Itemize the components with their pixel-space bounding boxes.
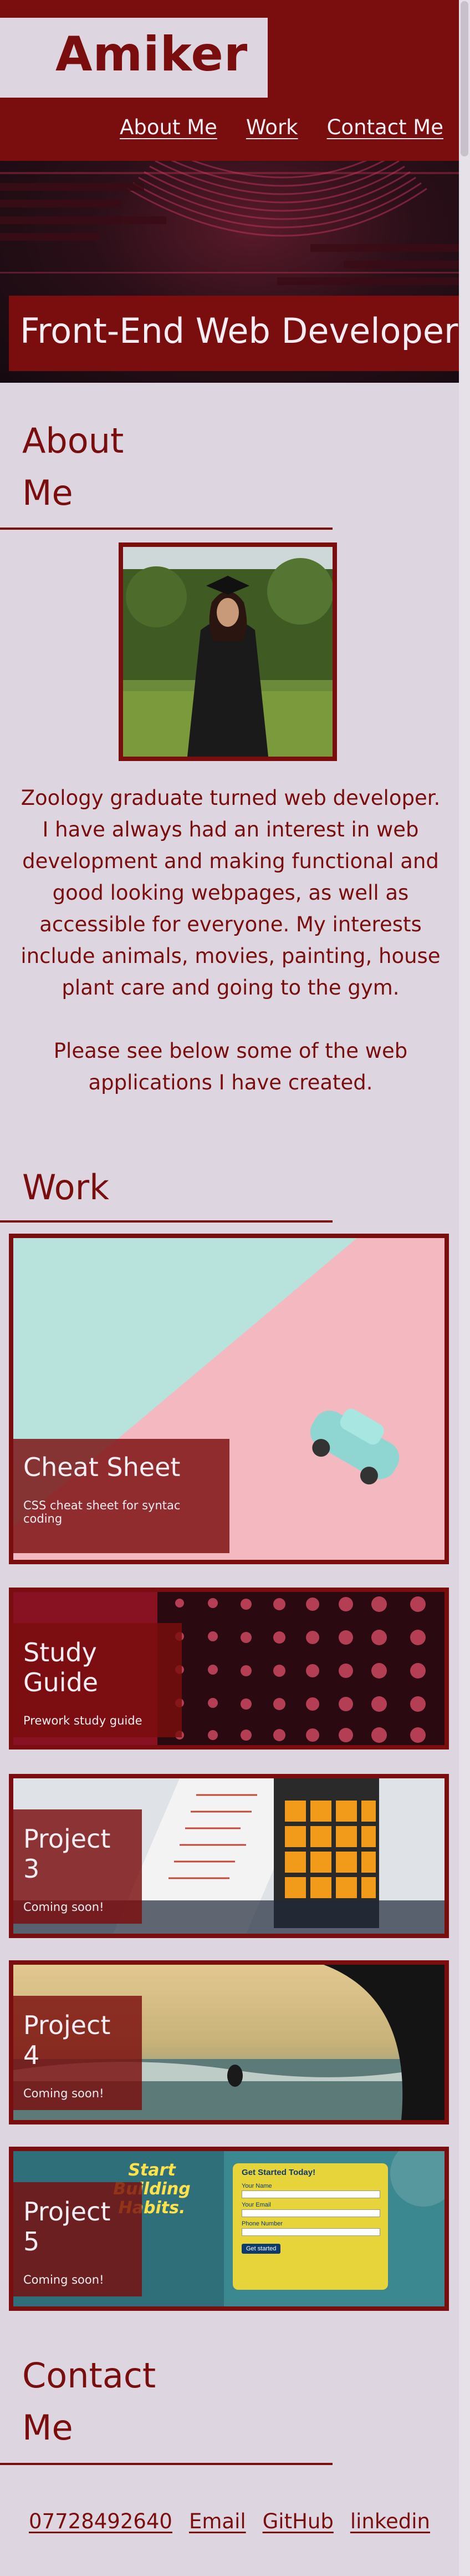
project-subtitle: Coming soon! <box>23 2087 104 2100</box>
preview-input <box>242 2209 380 2217</box>
nav-link-about[interactable]: About Me <box>120 115 217 139</box>
nav-link-contact[interactable]: Contact Me <box>327 115 443 139</box>
project-subtitle: Coming soon! <box>23 1900 104 1914</box>
project-subtitle: CSS cheat sheet for syntac coding <box>23 1499 181 1525</box>
linkedin-link[interactable]: linkedin <box>350 2509 430 2533</box>
preview-form: Get Started Today! Your Name Your Email … <box>242 2168 380 2254</box>
about-divider <box>0 528 333 530</box>
site-logo[interactable]: Amiker <box>55 27 248 82</box>
preview-form-title: Get Started Today! <box>242 2168 316 2177</box>
project-label: Project 4 Coming soon! <box>13 1996 142 2110</box>
scrollbar-thumb[interactable] <box>461 1 468 156</box>
about-paragraph: Please see below some of the web applica… <box>53 1039 408 1094</box>
github-link[interactable]: GitHub <box>263 2509 334 2533</box>
project-card-study-guide[interactable]: Study Guide Prework study guide <box>9 1588 449 1750</box>
project-card-project-4[interactable]: Project 4 Coming soon! <box>9 1960 449 2124</box>
preview-get-started-button: Get started <box>242 2244 281 2254</box>
project-card-project-3[interactable]: Project 3 Coming soon! <box>9 1774 449 1938</box>
nav-link-work[interactable]: Work <box>246 115 298 139</box>
project-title: Project 3 <box>23 1824 111 1884</box>
project-label: Project 3 Coming soon! <box>13 1809 142 1924</box>
about-paragraph: Zoology graduate turned web developer. I… <box>21 786 441 1000</box>
project-label: Study Guide Prework study guide <box>13 1623 182 1737</box>
preview-field-label: Your Email <box>242 2202 271 2208</box>
project-title: Project 5 <box>23 2197 111 2256</box>
work-heading: Work <box>22 1167 109 1208</box>
work-divider <box>0 1220 333 1223</box>
preview-field-label: Your Name <box>242 2183 272 2189</box>
project-title: Project 4 <box>23 2010 111 2070</box>
contact-divider <box>0 2463 333 2465</box>
contact-heading: Contact Me <box>22 2355 156 2448</box>
phone-link[interactable]: 07728492640 <box>29 2509 172 2533</box>
preview-input <box>242 2228 380 2236</box>
project-subtitle: Prework study guide <box>23 1714 142 1727</box>
main-nav: About Me Work Contact Me <box>120 115 443 139</box>
project-title: Study Guide <box>23 1637 99 1697</box>
preview-input <box>242 2190 380 2198</box>
profile-photo <box>119 542 337 761</box>
hero-title: Front-End Web Developer <box>20 311 458 351</box>
scrollbar[interactable] <box>459 0 470 2576</box>
about-heading: About Me <box>22 420 124 513</box>
project-card-project-5[interactable]: Start Building Habits. Get Started Today… <box>9 2147 449 2311</box>
project-card-cheat-sheet[interactable]: Cheat Sheet CSS cheat sheet for syntac c… <box>9 1234 449 1564</box>
contact-links: 07728492640 Email GitHub linkedin <box>0 2509 459 2533</box>
about-text: Zoology graduate turned web developer. I… <box>20 782 441 1130</box>
email-link[interactable]: Email <box>189 2509 246 2533</box>
preview-field-label: Phone Number <box>242 2220 283 2227</box>
project-label: Cheat Sheet CSS cheat sheet for syntac c… <box>13 1439 229 1553</box>
project-label: Project 5 Coming soon! <box>13 2182 142 2296</box>
project-title: Cheat Sheet <box>23 1452 181 1482</box>
project-subtitle: Coming soon! <box>23 2273 104 2286</box>
